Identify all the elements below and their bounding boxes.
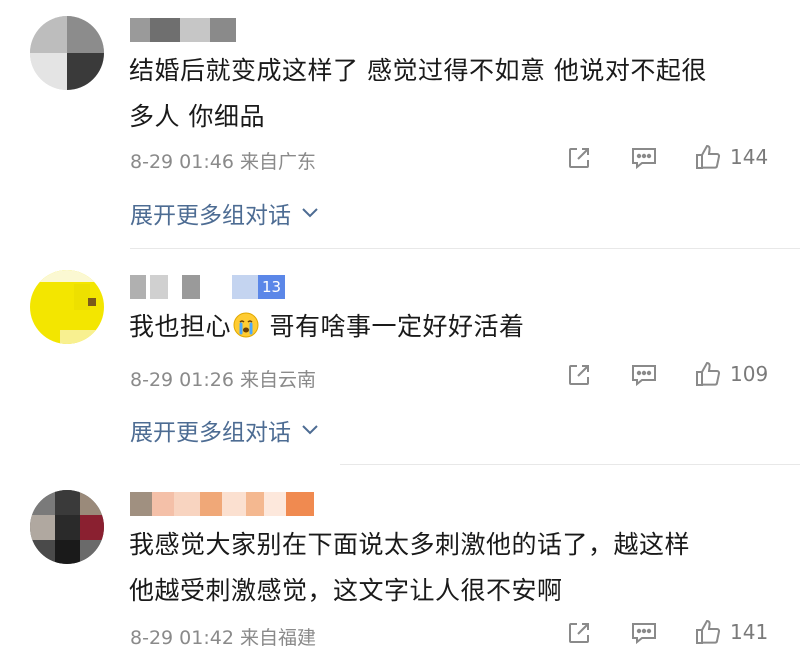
thumbs-up-icon xyxy=(696,619,721,644)
expand-label: 展开更多组对话 xyxy=(130,420,291,446)
chevron-down-icon xyxy=(302,208,318,218)
share-icon xyxy=(569,148,589,168)
comment-meta: 8-29 01:42 来自福建 xyxy=(130,623,316,650)
expand-more-conversations[interactable]: 展开更多组对话 xyxy=(130,413,319,447)
comment-text-line: 结婚后就变成这样了 感觉过得不如意 他说对不起很 xyxy=(129,56,707,85)
reply-button[interactable] xyxy=(630,145,658,171)
share-button[interactable] xyxy=(566,620,592,646)
comment-icon xyxy=(632,365,656,387)
comment-text: 我也担心 哥有啥事一定好好活着 xyxy=(129,304,779,350)
comment-time: 8-29 01:46 xyxy=(130,151,234,173)
thumbs-up-icon xyxy=(696,144,721,169)
chevron-down-icon xyxy=(302,425,318,435)
level-badge: 13 xyxy=(258,275,286,299)
thumbs-up-icon xyxy=(696,361,721,386)
comment-icon xyxy=(632,623,656,645)
reply-button[interactable] xyxy=(630,362,658,388)
comment-text: 我感觉大家别在下面说太多刺激他的话了，越这样 他越受刺激感觉，这文字让人很不安啊 xyxy=(129,522,779,614)
expand-label: 展开更多组对话 xyxy=(130,203,291,229)
comment-location: 来自云南 xyxy=(239,369,316,391)
comment-icon xyxy=(632,148,656,170)
divider xyxy=(340,464,800,465)
like-count: 141 xyxy=(730,620,769,644)
comment-text-part: 哥有啥事一定好好活着 xyxy=(261,312,525,341)
comment-location: 来自福建 xyxy=(239,627,316,649)
share-button[interactable] xyxy=(566,362,592,388)
like-button[interactable]: 141 xyxy=(694,618,768,646)
like-count: 144 xyxy=(730,145,769,169)
comment-time: 8-29 01:26 xyxy=(130,369,234,391)
avatar[interactable] xyxy=(30,270,104,344)
avatar[interactable] xyxy=(30,16,104,90)
comment-text-part: 我也担心 xyxy=(129,312,232,341)
like-button[interactable]: 144 xyxy=(694,143,768,171)
avatar[interactable] xyxy=(30,490,104,564)
share-icon xyxy=(569,365,589,385)
like-button[interactable]: 109 xyxy=(694,360,768,388)
comment-location: 来自广东 xyxy=(239,151,316,173)
reply-button[interactable] xyxy=(630,620,658,646)
comment-meta: 8-29 01:46 来自广东 xyxy=(130,147,316,174)
like-count: 109 xyxy=(730,362,769,386)
comment-text-line: 多人 你细品 xyxy=(129,102,265,131)
divider xyxy=(130,248,800,249)
comment-text: 结婚后就变成这样了 感觉过得不如意 他说对不起很 多人 你细品 xyxy=(129,48,779,140)
comment-meta: 8-29 01:26 来自云南 xyxy=(130,365,316,392)
expand-more-conversations[interactable]: 展开更多组对话 xyxy=(130,196,319,230)
comment-time: 8-29 01:42 xyxy=(130,627,234,649)
share-button[interactable] xyxy=(566,145,592,171)
share-icon xyxy=(569,623,589,643)
crying-face-emoji-icon xyxy=(233,312,259,338)
comment-text-line: 他越受刺激感觉，这文字让人很不安啊 xyxy=(129,576,563,605)
comment-text-line: 我感觉大家别在下面说太多刺激他的话了，越这样 xyxy=(129,530,691,559)
